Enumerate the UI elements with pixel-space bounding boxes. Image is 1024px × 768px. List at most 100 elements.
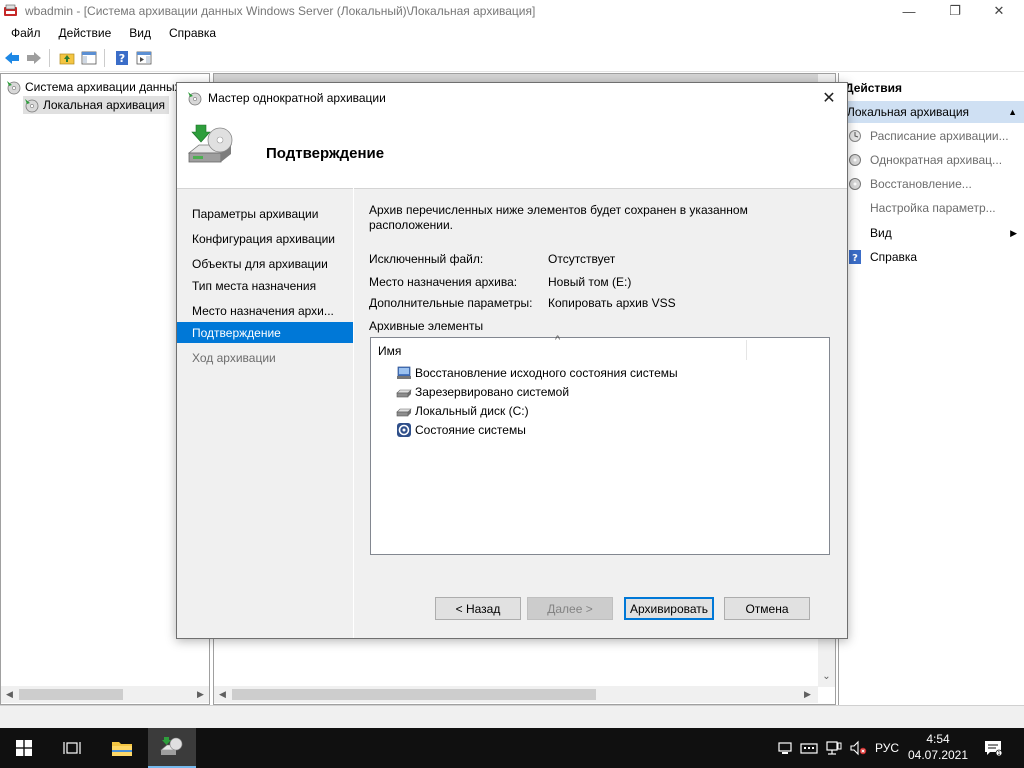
backup-button[interactable]: Архивировать bbox=[624, 597, 714, 620]
up-folder-button[interactable] bbox=[57, 48, 77, 68]
scroll-thumb[interactable] bbox=[232, 689, 596, 700]
action-help[interactable]: ? Справка bbox=[839, 246, 1024, 268]
minimize-button[interactable]: — bbox=[886, 0, 932, 22]
svg-text:?: ? bbox=[852, 253, 858, 264]
help-icon: ? bbox=[116, 51, 128, 65]
task-view-button[interactable] bbox=[48, 728, 96, 768]
maximize-icon: ❐ bbox=[949, 3, 961, 18]
help-icon: ? bbox=[847, 249, 863, 265]
wizard-steps: Параметры архивации Конфигурация архивац… bbox=[177, 188, 353, 638]
system-state-icon bbox=[397, 422, 411, 437]
volume-tray-icon[interactable] bbox=[847, 728, 869, 768]
menu-view[interactable]: Вид bbox=[118, 26, 158, 40]
results-horizontal-scrollbar[interactable]: ◀ ▶ bbox=[214, 686, 818, 703]
tree-item-local-backup-label: Локальная архивация bbox=[43, 98, 166, 112]
app-icon bbox=[4, 4, 17, 16]
action-backup-schedule[interactable]: Расписание архивации... bbox=[839, 125, 1024, 147]
step-backup-configuration[interactable]: Конфигурация архивации bbox=[177, 228, 353, 249]
list-item-label: Локальный диск (C:) bbox=[415, 403, 529, 418]
close-button[interactable]: ✕ bbox=[976, 0, 1022, 22]
scroll-right-icon[interactable]: ▶ bbox=[799, 686, 816, 703]
wbadmin-taskbar-button[interactable] bbox=[148, 728, 196, 768]
windows-logo-icon bbox=[16, 740, 32, 756]
list-item[interactable]: Состояние системы bbox=[396, 420, 526, 439]
scroll-down-icon[interactable]: ⌄ bbox=[818, 668, 835, 685]
tree-horizontal-scrollbar[interactable]: ◀ ▶ bbox=[1, 686, 209, 703]
list-item[interactable]: Восстановление исходного состояния систе… bbox=[396, 363, 678, 382]
backup-destination-label: Место назначения архива: bbox=[369, 275, 518, 289]
column-separator[interactable] bbox=[746, 340, 747, 360]
toolbar-separator bbox=[104, 49, 105, 67]
excluded-file-value: Отсутствует bbox=[548, 252, 616, 266]
cancel-button[interactable]: Отмена bbox=[724, 597, 810, 620]
action-view[interactable]: Вид ▶ bbox=[839, 222, 1024, 244]
help-button[interactable]: ? bbox=[112, 48, 132, 68]
backup-disk-icon bbox=[187, 124, 233, 163]
actions-group-local-backup[interactable]: Локальная архивация ▲ bbox=[839, 101, 1024, 123]
list-header: Имя ^ bbox=[371, 334, 829, 362]
task-view-icon bbox=[63, 742, 81, 754]
backup-once-icon bbox=[847, 152, 863, 168]
backup-destination-value: Новый том (E:) bbox=[548, 275, 632, 289]
tree-item-local-backup[interactable]: Локальная архивация bbox=[23, 96, 170, 114]
start-button[interactable] bbox=[0, 728, 48, 768]
file-explorer-button[interactable] bbox=[98, 728, 146, 768]
list-item-label: Зарезервировано системой bbox=[415, 384, 570, 399]
backup-app-icon bbox=[7, 81, 21, 95]
dialog-close-button[interactable]: ✕ bbox=[819, 88, 839, 108]
scroll-left-icon[interactable]: ◀ bbox=[214, 686, 231, 703]
menu-action[interactable]: Действие bbox=[48, 26, 119, 40]
actions-title: Действия bbox=[839, 77, 1024, 99]
tree-item-root[interactable]: Система архивации данных W bbox=[5, 78, 195, 96]
action-label: Расписание архивации... bbox=[870, 129, 1009, 143]
step-confirmation[interactable]: Подтверждение bbox=[177, 322, 353, 343]
scroll-thumb[interactable] bbox=[19, 689, 123, 700]
language-indicator[interactable]: РУС bbox=[870, 728, 904, 768]
action-recover[interactable]: Восстановление... bbox=[839, 173, 1024, 195]
list-item[interactable]: Локальный диск (C:) bbox=[396, 401, 529, 420]
system-clock[interactable]: 4:54 04.07.2021 bbox=[900, 731, 976, 765]
maximize-button[interactable]: ❐ bbox=[932, 0, 978, 22]
action-configure-performance[interactable]: Настройка параметр... bbox=[839, 197, 1024, 219]
dialog-title-bar: Мастер однократной архивации bbox=[177, 83, 847, 113]
sort-ascending-icon: ^ bbox=[555, 334, 561, 346]
local-backup-icon bbox=[25, 99, 39, 113]
back-button[interactable]: < Назад bbox=[435, 597, 521, 620]
action-pane-icon bbox=[136, 51, 152, 65]
wired-network-tray-icon[interactable] bbox=[823, 728, 845, 768]
action-label: Восстановление... bbox=[870, 177, 972, 191]
confirmation-intro: Архив перечисленных ниже элементов будет… bbox=[369, 203, 748, 232]
scroll-right-icon[interactable]: ▶ bbox=[192, 686, 209, 703]
scroll-left-icon[interactable]: ◀ bbox=[1, 686, 18, 703]
step-backup-progress: Ход архивации bbox=[192, 350, 276, 365]
list-item[interactable]: Зарезервировано системой bbox=[396, 382, 569, 401]
collapse-up-icon[interactable]: ▲ bbox=[1008, 107, 1017, 117]
tree-item-root-label: Система архивации данных W bbox=[25, 80, 196, 94]
backup-items-list[interactable]: Имя ^ Восстановление исходного состояния… bbox=[370, 334, 830, 555]
advanced-options-value: Копировать архив VSS bbox=[548, 296, 676, 310]
notifications-button[interactable]: 1 bbox=[980, 728, 1006, 768]
list-item-label: Восстановление исходного состояния систе… bbox=[415, 365, 678, 380]
show-hide-actions-button[interactable] bbox=[134, 48, 154, 68]
ethernet-icon bbox=[826, 741, 842, 755]
toolbar: ? bbox=[0, 45, 1024, 72]
step-select-items[interactable]: Объекты для архивации bbox=[177, 253, 353, 274]
next-button: Далее > bbox=[527, 597, 613, 620]
step-backup-destination[interactable]: Место назначения архи... bbox=[177, 300, 353, 321]
folder-icon bbox=[112, 742, 132, 756]
network-tray-icon[interactable] bbox=[775, 728, 795, 768]
keyboard-tray-icon[interactable] bbox=[798, 728, 820, 768]
taskbar: РУС 4:54 04.07.2021 1 bbox=[0, 728, 1024, 768]
column-header-name[interactable]: Имя bbox=[378, 344, 401, 358]
wizard-icon bbox=[188, 92, 202, 106]
excluded-file-label: Исключенный файл: bbox=[369, 252, 484, 266]
forward-button[interactable] bbox=[24, 48, 44, 68]
step-destination-type[interactable]: Тип места назначения bbox=[177, 275, 353, 296]
action-backup-once[interactable]: Однократная архивац... bbox=[839, 149, 1024, 171]
menu-help[interactable]: Справка bbox=[158, 26, 223, 40]
menu-file[interactable]: Файл bbox=[0, 26, 48, 40]
back-button[interactable] bbox=[2, 48, 22, 68]
advanced-options-label: Дополнительные параметры: bbox=[369, 296, 533, 310]
step-backup-options[interactable]: Параметры архивации bbox=[177, 203, 353, 224]
show-hide-tree-button[interactable] bbox=[79, 48, 99, 68]
